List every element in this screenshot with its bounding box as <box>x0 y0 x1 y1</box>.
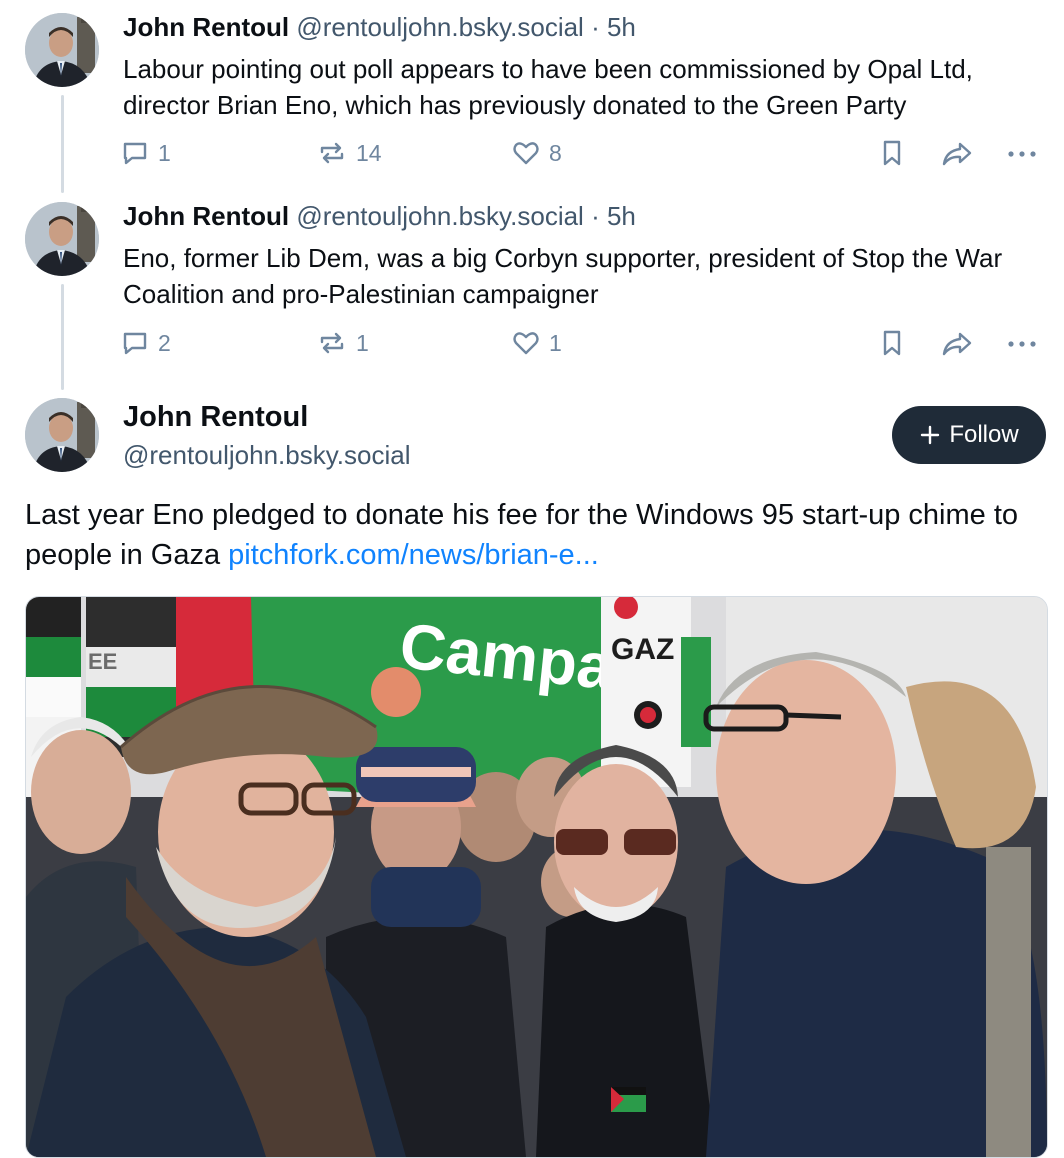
flag-text: EE <box>88 649 117 674</box>
protest-photo: EE Campai GAZ <box>26 597 1047 1157</box>
author-handle[interactable]: @rentouljohn.bsky.social <box>296 12 584 42</box>
avatar-photo <box>25 398 99 472</box>
like-count: 1 <box>549 329 562 356</box>
ellipsis-icon <box>1008 341 1036 347</box>
repost-button[interactable]: 14 <box>316 138 382 168</box>
author-name[interactable]: John Rentoul <box>123 201 289 231</box>
post-text: Last year Eno pledged to donate his fee … <box>25 495 1045 575</box>
bookmark-button[interactable] <box>877 138 907 168</box>
separator: · <box>591 12 600 42</box>
more-options-button[interactable] <box>1005 328 1039 358</box>
reply-icon <box>123 142 147 165</box>
share-button[interactable] <box>940 138 974 168</box>
reply-icon <box>123 332 147 355</box>
bookmark-icon <box>883 330 901 356</box>
repost-icon <box>320 332 344 354</box>
ellipsis-icon <box>1008 151 1036 157</box>
author-handle[interactable]: @rentouljohn.bsky.social <box>123 440 411 470</box>
repost-button[interactable]: 1 <box>316 328 369 358</box>
post-actions: 2 1 1 <box>0 328 1064 362</box>
avatar[interactable] <box>25 398 99 472</box>
post-text: Labour pointing out poll appears to have… <box>123 54 973 120</box>
heart-icon <box>513 332 539 355</box>
follow-button[interactable]: Follow <box>892 406 1046 464</box>
share-button[interactable] <box>940 328 974 358</box>
share-icon <box>942 332 972 356</box>
post-time[interactable]: 5h <box>607 12 636 42</box>
post-time[interactable]: 5h <box>607 201 636 231</box>
sign-text: GAZ <box>611 633 674 666</box>
author-name[interactable]: John Rentoul <box>123 400 308 434</box>
repost-count: 14 <box>356 139 382 166</box>
follow-label: Follow <box>949 421 1019 448</box>
like-count: 8 <box>549 139 562 166</box>
avatar-photo <box>25 202 99 276</box>
avatar-photo <box>25 13 99 87</box>
bookmark-button[interactable] <box>877 328 907 358</box>
author-name[interactable]: John Rentoul <box>123 12 289 42</box>
external-link[interactable]: pitchfork.com/news/brian-e... <box>228 539 599 571</box>
heart-icon <box>513 142 539 165</box>
post-header: John Rentoul @rentouljohn.bsky.social · … <box>123 201 636 231</box>
separator: · <box>591 201 600 231</box>
post-text: Eno, former Lib Dem, was a big Corbyn su… <box>123 243 1003 309</box>
post-actions: 1 14 8 <box>0 138 1064 172</box>
share-icon <box>942 142 972 166</box>
link-embed-image[interactable]: EE Campai GAZ <box>25 596 1048 1158</box>
bookmark-icon <box>883 140 901 166</box>
post-header: John Rentoul @rentouljohn.bsky.social · … <box>123 12 636 42</box>
reply-count: 2 <box>158 329 171 356</box>
like-button[interactable]: 8 <box>511 138 562 168</box>
more-options-button[interactable] <box>1005 138 1039 168</box>
avatar[interactable] <box>25 13 99 87</box>
plus-icon <box>921 425 940 445</box>
reply-count: 1 <box>158 139 171 166</box>
author-handle[interactable]: @rentouljohn.bsky.social <box>296 201 584 231</box>
like-button[interactable]: 1 <box>511 328 562 358</box>
reply-button[interactable]: 2 <box>120 328 171 358</box>
repost-icon <box>320 142 344 164</box>
reply-button[interactable]: 1 <box>120 138 171 168</box>
avatar[interactable] <box>25 202 99 276</box>
repost-count: 1 <box>356 329 369 356</box>
